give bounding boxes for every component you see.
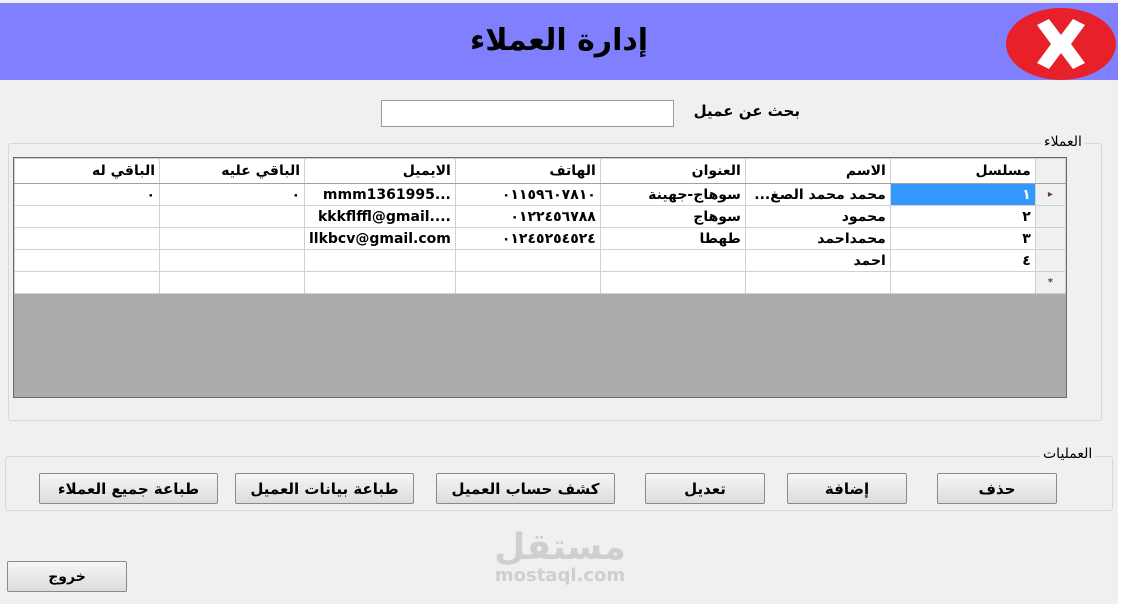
customers-group-label: العملاء xyxy=(1041,134,1085,150)
close-x-icon xyxy=(1006,8,1116,80)
cell-serial[interactable]: ١ xyxy=(889,183,1036,206)
cell-serial[interactable]: ٤ xyxy=(889,249,1036,272)
table-row[interactable]: kkkflffl@gmail.... ٠١٢٢٤٥٦٧٨٨ سوهاج محمو… xyxy=(14,205,1066,228)
cell-owed[interactable] xyxy=(159,249,305,272)
cell-new[interactable] xyxy=(599,271,746,294)
cell-email[interactable]: kkkflffl@gmail.... xyxy=(304,205,456,228)
cell-new[interactable] xyxy=(304,271,456,294)
row-header[interactable] xyxy=(1034,227,1066,250)
cell-serial[interactable]: ٣ xyxy=(889,227,1036,250)
cell-name[interactable]: محمد محمد الصغ... xyxy=(744,183,891,206)
row-header[interactable] xyxy=(1034,205,1066,228)
cell-address[interactable]: سوهاج-جهينة xyxy=(599,183,746,206)
cell-owed[interactable] xyxy=(159,227,305,250)
cell-credit[interactable] xyxy=(14,249,160,272)
title-bar: إدارة العملاء xyxy=(0,3,1118,80)
col-header-name[interactable]: الاسم xyxy=(744,158,891,184)
cell-owed[interactable]: ٠ xyxy=(159,183,305,206)
cell-serial[interactable]: ٢ xyxy=(889,205,1036,228)
customers-grid[interactable]: الباقي له الباقي عليه الايميل الهاتف الع… xyxy=(13,157,1067,398)
cell-phone[interactable]: ٠١٢٢٤٥٦٧٨٨ xyxy=(454,205,601,228)
cell-new[interactable] xyxy=(454,271,601,294)
close-button[interactable] xyxy=(1005,7,1117,81)
cell-address[interactable] xyxy=(599,249,746,272)
search-input[interactable] xyxy=(381,100,674,127)
cell-email[interactable] xyxy=(304,249,456,272)
watermark-arabic: مستقل xyxy=(494,527,626,568)
grid-header-row: الباقي له الباقي عليه الايميل الهاتف الع… xyxy=(14,158,1066,184)
search-label: بحث عن عميل xyxy=(693,102,800,120)
cell-email[interactable]: llkbcv@gmail.com xyxy=(304,227,456,250)
cell-name[interactable]: محمداحمد xyxy=(744,227,891,250)
operations-group-label: العمليات xyxy=(1040,446,1096,462)
row-header[interactable] xyxy=(1034,249,1066,272)
watermark-latin: mostaql.com xyxy=(494,565,626,586)
cell-new[interactable] xyxy=(889,271,1036,294)
delete-button[interactable]: حذف xyxy=(937,473,1057,504)
customers-table: الباقي له الباقي عليه الايميل الهاتف الع… xyxy=(14,158,1066,294)
add-button[interactable]: إضافة xyxy=(787,473,907,504)
cell-phone[interactable] xyxy=(454,249,601,272)
col-header-serial[interactable]: مسلسل xyxy=(889,158,1036,184)
window-edge xyxy=(1118,0,1122,604)
cell-credit[interactable] xyxy=(14,227,160,250)
exit-button[interactable]: خروج xyxy=(7,561,127,592)
cell-address[interactable]: طهطا xyxy=(599,227,746,250)
cell-new[interactable] xyxy=(14,271,160,294)
cell-phone[interactable]: ٠١٢٤٥٢٥٤٥٢٤ xyxy=(454,227,601,250)
account-statement-button[interactable]: كشف حساب العميل xyxy=(436,473,615,504)
page-title: إدارة العملاء xyxy=(469,23,649,58)
cell-name[interactable]: محمود xyxy=(744,205,891,228)
new-row-asterisk-icon[interactable]: * xyxy=(1034,271,1066,294)
cell-email[interactable]: mmm1361995... xyxy=(304,183,456,206)
col-header-address[interactable]: العنوان xyxy=(599,158,746,184)
watermark-logo: مستقل mostaql.com xyxy=(485,528,635,586)
edit-button[interactable]: تعديل xyxy=(645,473,765,504)
col-header-owed[interactable]: الباقي عليه xyxy=(159,158,305,184)
cell-new[interactable] xyxy=(159,271,305,294)
print-all-customers-button[interactable]: طباعة جميع العملاء xyxy=(39,473,218,504)
new-row[interactable]: * xyxy=(14,271,1066,294)
cell-credit[interactable]: ٠ xyxy=(14,183,160,206)
cell-phone[interactable]: ٠١١٥٩٦٠٧٨١٠ xyxy=(454,183,601,206)
table-row[interactable]: llkbcv@gmail.com ٠١٢٤٥٢٥٤٥٢٤ طهطا محمداح… xyxy=(14,227,1066,250)
table-row[interactable]: احمد ٤ xyxy=(14,249,1066,272)
table-row[interactable]: ٠ ٠ mmm1361995... ٠١١٥٩٦٠٧٨١٠ سوهاج-جهين… xyxy=(14,183,1066,206)
col-header-credit[interactable]: الباقي له xyxy=(14,158,160,184)
current-row-indicator-icon[interactable]: ▸ xyxy=(1034,183,1066,206)
cell-new[interactable] xyxy=(744,271,891,294)
cell-address[interactable]: سوهاج xyxy=(599,205,746,228)
col-header-phone[interactable]: الهاتف xyxy=(454,158,601,184)
cell-name[interactable]: احمد xyxy=(744,249,891,272)
cell-owed[interactable] xyxy=(159,205,305,228)
print-customer-button[interactable]: طباعة بيانات العميل xyxy=(235,473,414,504)
row-header-corner xyxy=(1034,158,1066,184)
cell-credit[interactable] xyxy=(14,205,160,228)
col-header-email[interactable]: الايميل xyxy=(304,158,456,184)
